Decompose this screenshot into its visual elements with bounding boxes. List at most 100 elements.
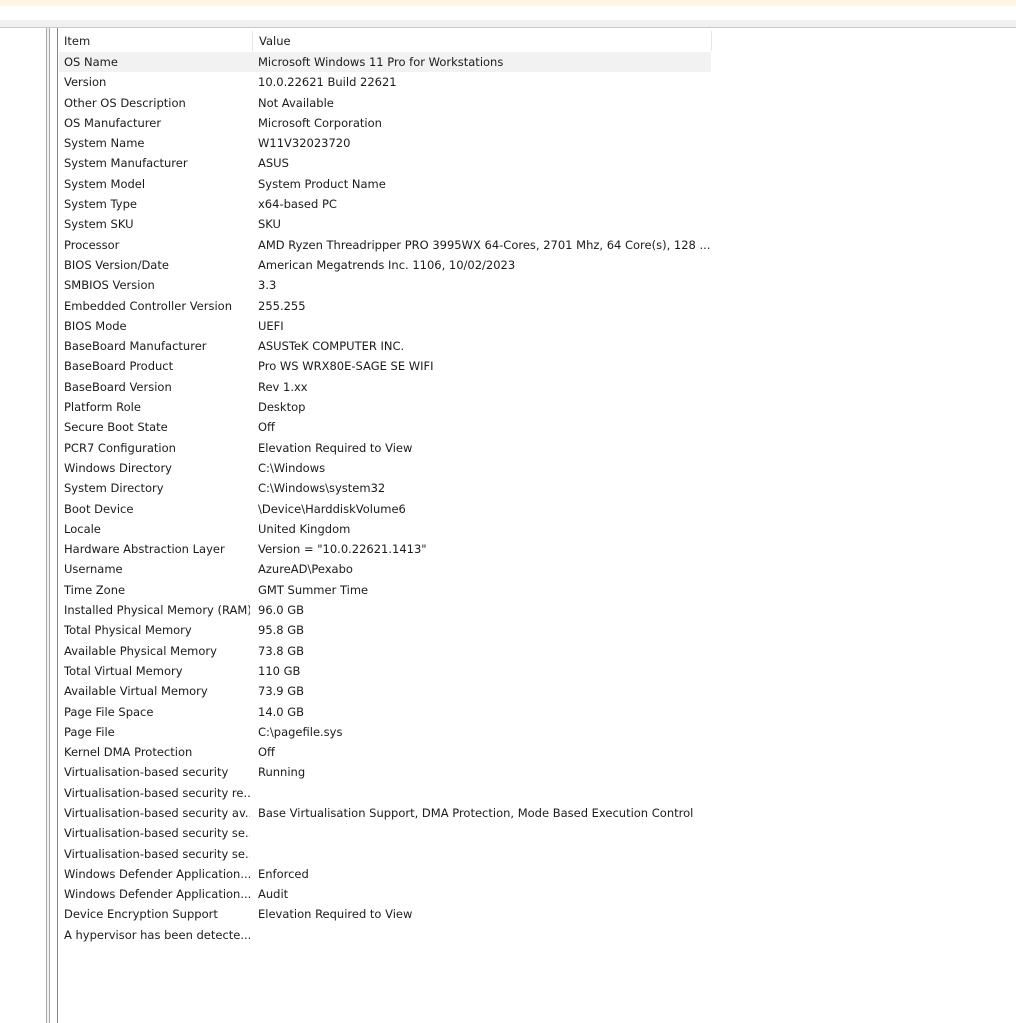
table-row[interactable]: System Manufacturer ASUS	[58, 153, 1016, 173]
row-value: \Device\HarddiskVolume6	[258, 501, 406, 516]
row-value: UEFI	[258, 318, 284, 333]
row-item-label: System Name	[64, 136, 145, 151]
table-row[interactable]: Version 10.0.22621 Build 22621	[58, 72, 1016, 92]
row-value: 3.3	[258, 278, 277, 293]
table-row[interactable]: Locale United Kingdom	[58, 519, 1016, 539]
table-row[interactable]: Time Zone GMT Summer Time	[58, 580, 1016, 600]
table-row[interactable]: Platform Role Desktop	[58, 397, 1016, 417]
table-row[interactable]: Boot Device \Device\HarddiskVolume6	[58, 499, 1016, 519]
table-row[interactable]: Available Virtual Memory 73.9 GB	[58, 681, 1016, 701]
row-item-label: Device Encryption Support	[64, 907, 218, 922]
row-item-label: Embedded Controller Version	[64, 298, 232, 313]
table-row[interactable]: PCR7 Configuration Elevation Required to …	[58, 438, 1016, 458]
table-row[interactable]: Device Encryption Support Elevation Requi…	[58, 904, 1016, 924]
row-item-label: SMBIOS Version	[64, 278, 155, 293]
table-row[interactable]: OS Name Microsoft Windows 11 Pro for Work…	[58, 52, 1016, 73]
row-item-label: System SKU	[64, 217, 134, 232]
row-value: System Product Name	[258, 176, 386, 191]
row-value: Base Virtualisation Support, DMA Protect…	[258, 805, 694, 820]
row-item-label: Username	[64, 562, 123, 577]
table-row[interactable]: SMBIOS Version 3.3	[58, 275, 1016, 295]
table-row[interactable]: Virtualisation-based security re...	[58, 783, 1016, 803]
table-row[interactable]: Installed Physical Memory (RAM) 96.0 GB	[58, 600, 1016, 620]
table-row[interactable]: Kernel DMA Protection Off	[58, 742, 1016, 762]
row-value: AMD Ryzen Threadripper PRO 3995WX 64-Cor…	[258, 237, 711, 252]
row-item-label: PCR7 Configuration	[64, 440, 176, 455]
table-row[interactable]: System SKU SKU	[58, 214, 1016, 234]
row-value: 14.0 GB	[258, 704, 305, 719]
row-item-label: System Type	[64, 197, 137, 212]
row-value: SKU	[258, 217, 281, 232]
row-item-label: Locale	[64, 521, 101, 536]
table-row[interactable]: Available Physical Memory 73.8 GB	[58, 641, 1016, 661]
table-row[interactable]: Virtualisation-based security se...	[58, 844, 1016, 864]
table-row[interactable]: A hypervisor has been detecte...	[58, 925, 1016, 945]
row-item-label: BaseBoard Manufacturer	[64, 339, 207, 354]
row-value: 73.9 GB	[258, 684, 305, 699]
table-row[interactable]: BaseBoard Product Pro WS WRX80E-SAGE SE W…	[58, 356, 1016, 376]
table-row[interactable]: System Directory C:\Windows\system32	[58, 478, 1016, 498]
table-row[interactable]: Windows Directory C:\Windows	[58, 458, 1016, 478]
table-row[interactable]: Hardware Abstraction Layer Version = "10.…	[58, 539, 1016, 559]
row-value: United Kingdom	[258, 521, 351, 536]
column-header-value[interactable]: Value	[252, 31, 712, 51]
row-item-label: Version	[64, 75, 107, 90]
row-value: Version = "10.0.22621.1413"	[258, 542, 427, 557]
row-item-label: BaseBoard Product	[64, 359, 174, 374]
table-row[interactable]: Page File C:\pagefile.sys	[58, 722, 1016, 742]
row-value: C:\Windows	[258, 460, 326, 475]
row-value: Desktop	[258, 400, 306, 415]
table-row[interactable]: Secure Boot State Off	[58, 417, 1016, 437]
table-row[interactable]: Virtualisation-based security Running	[58, 762, 1016, 782]
row-value: Microsoft Windows 11 Pro for Workstation…	[258, 55, 504, 69]
row-item-label: BIOS Version/Date	[64, 257, 169, 272]
row-value: Elevation Required to View	[258, 907, 413, 922]
row-item-label: Hardware Abstraction Layer	[64, 542, 225, 557]
table-row[interactable]: BIOS Mode UEFI	[58, 316, 1016, 336]
table-row[interactable]: System Type x64-based PC	[58, 194, 1016, 214]
column-header-item[interactable]: Item	[58, 31, 252, 51]
row-item-label: System Manufacturer	[64, 156, 188, 171]
row-item-label: Other OS Description	[64, 95, 186, 110]
row-item-label: Platform Role	[64, 400, 141, 415]
row-item-label: Virtualisation-based security	[64, 765, 229, 780]
row-item-label: BaseBoard Version	[64, 379, 172, 394]
pane-splitter[interactable]	[46, 28, 50, 1023]
table-row[interactable]: BaseBoard Manufacturer ASUSTeK COMPUTER I…	[58, 336, 1016, 356]
table-row[interactable]: OS Manufacturer Microsoft Corporation	[58, 113, 1016, 133]
system-summary-list[interactable]: Item Value OS Name Microsoft Windows 11 P…	[57, 28, 1016, 1023]
row-item-label: Page File Space	[64, 704, 154, 719]
row-value: Elevation Required to View	[258, 440, 413, 455]
table-row[interactable]: BaseBoard Version Rev 1.xx	[58, 377, 1016, 397]
row-value: Pro WS WRX80E-SAGE SE WIFI	[258, 359, 434, 374]
table-row[interactable]: Windows Defender Application... Enforced	[58, 864, 1016, 884]
toolbar-band	[0, 20, 1016, 28]
row-item-label: Boot Device	[64, 501, 134, 516]
row-item-label: Total Virtual Memory	[64, 663, 183, 678]
row-item-label: Windows Directory	[64, 460, 172, 475]
table-row[interactable]: Processor AMD Ryzen Threadripper PRO 3995…	[58, 235, 1016, 255]
table-row[interactable]: Username AzureAD\Pexabo	[58, 559, 1016, 579]
row-item-label: Windows Defender Application...	[64, 866, 250, 881]
table-row[interactable]: Windows Defender Application... Audit	[58, 884, 1016, 904]
row-value: 73.8 GB	[258, 643, 305, 658]
table-row[interactable]: Virtualisation-based security se...	[58, 823, 1016, 843]
table-row[interactable]: Total Physical Memory 95.8 GB	[58, 620, 1016, 640]
row-item-label: Virtualisation-based security av...	[64, 805, 250, 820]
table-row[interactable]: Other OS Description Not Available	[58, 93, 1016, 113]
row-item-label: A hypervisor has been detecte...	[64, 927, 250, 942]
row-value: Running	[258, 765, 306, 780]
row-item-label: Windows Defender Application...	[64, 887, 250, 902]
table-row[interactable]: Total Virtual Memory 110 GB	[58, 661, 1016, 681]
row-item-label: Virtualisation-based security se...	[64, 826, 250, 841]
category-tree-pane[interactable]	[0, 28, 46, 1023]
row-item-label: Available Physical Memory	[64, 643, 217, 658]
table-row[interactable]: System Name W11V32023720	[58, 133, 1016, 153]
table-row[interactable]: Embedded Controller Version 255.255	[58, 296, 1016, 316]
table-row[interactable]: Page File Space 14.0 GB	[58, 702, 1016, 722]
row-item-label: Processor	[64, 237, 120, 252]
table-row[interactable]: BIOS Version/Date American Megatrends Inc…	[58, 255, 1016, 275]
list-header: Item Value	[58, 31, 712, 51]
table-row[interactable]: Virtualisation-based security av... Base …	[58, 803, 1016, 823]
table-row[interactable]: System Model System Product Name	[58, 174, 1016, 194]
